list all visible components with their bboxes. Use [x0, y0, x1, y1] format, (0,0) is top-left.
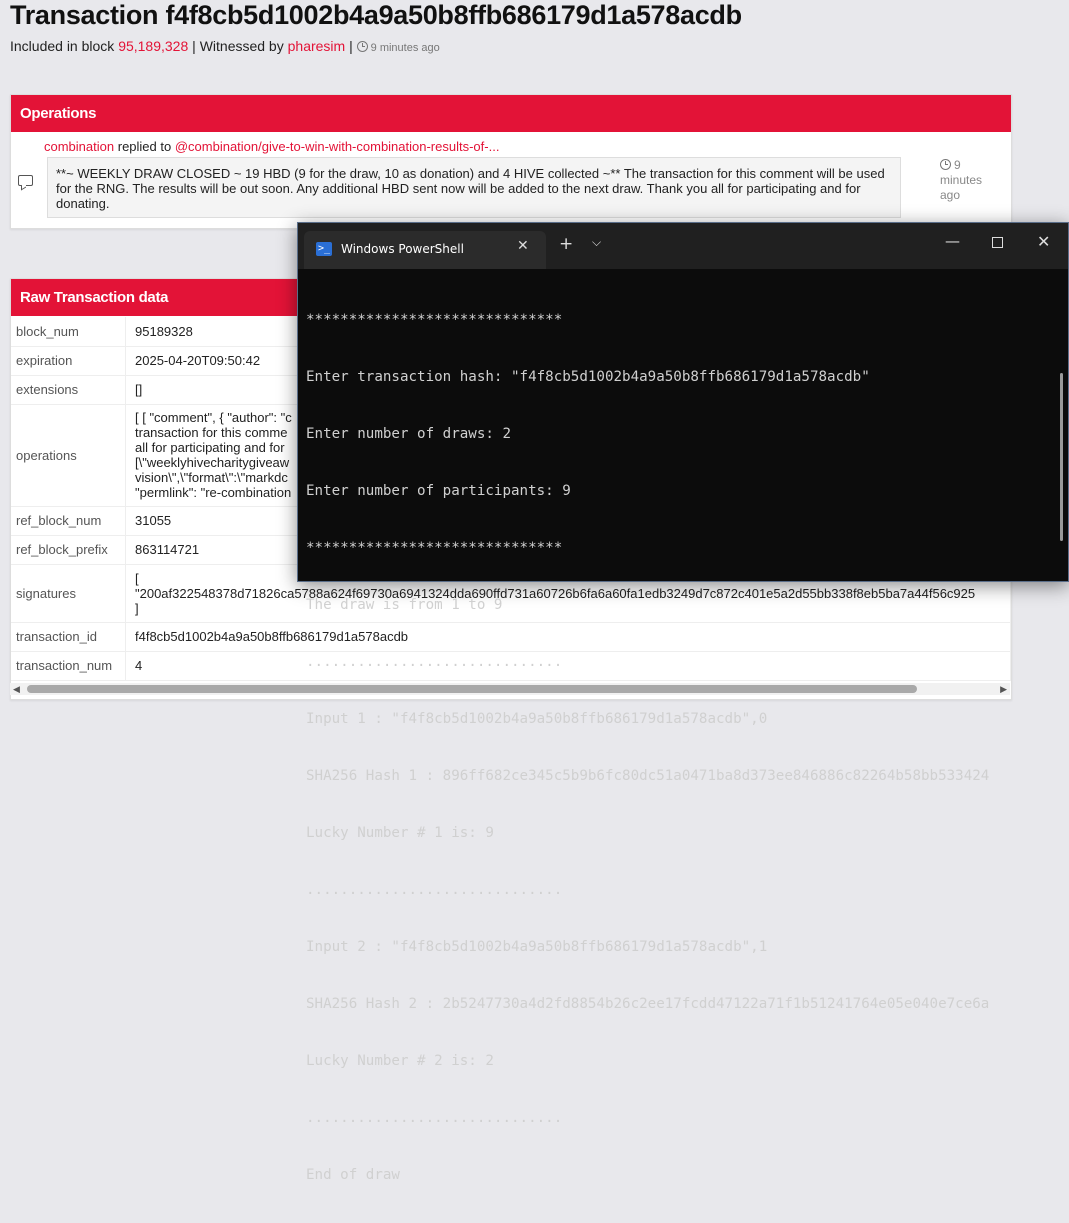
- field-key: extensions: [11, 375, 126, 405]
- chevron-down-icon[interactable]: ⌵: [592, 235, 601, 250]
- clock-icon: [356, 41, 368, 52]
- terminal-line: Enter transaction hash: "f4f8cb5d1002b4a…: [306, 369, 870, 385]
- terminal-line: Input 2 : "f4f8cb5d1002b4a9a50b8ffb68617…: [306, 939, 768, 955]
- separator: |: [192, 38, 196, 54]
- close-window-button[interactable]: ✕: [1037, 232, 1050, 251]
- field-key: block_num: [11, 317, 126, 347]
- terminal-line: ******************************: [306, 312, 563, 328]
- block-link[interactable]: 95,189,328: [118, 38, 188, 54]
- field-key: signatures: [11, 564, 126, 623]
- comment-body: **~ WEEKLY DRAW CLOSED ~ 19 HBD (9 for t…: [47, 157, 901, 218]
- terminal-tab[interactable]: >_ Windows PowerShell ✕: [304, 231, 546, 269]
- terminal-line: ..............................: [306, 654, 563, 670]
- parent-post-link[interactable]: @combination/give-to-win-with-combinatio…: [175, 139, 500, 154]
- terminal-line: SHA256 Hash 1 : 896ff682ce345c5b9b6fc80d…: [306, 768, 990, 784]
- clock-icon: [940, 159, 951, 170]
- witness-link[interactable]: pharesim: [288, 38, 346, 54]
- action-label: replied to: [117, 139, 172, 154]
- maximize-button[interactable]: [992, 237, 1003, 248]
- operations-header: Operations: [11, 95, 1011, 132]
- terminal-line: ..............................: [306, 882, 563, 898]
- field-key: expiration: [11, 346, 126, 376]
- operation-time: 9 minutes ago: [940, 158, 983, 202]
- field-key: operations: [11, 404, 126, 507]
- terminal-output[interactable]: ****************************** Enter tra…: [306, 273, 1054, 1223]
- operation-summary: combination replied to @combination/give…: [44, 139, 499, 154]
- timestamp: 9 minutes ago: [356, 41, 440, 54]
- terminal-line: ******************************: [306, 540, 563, 556]
- tab-close-icon[interactable]: ✕: [517, 238, 529, 254]
- field-key: transaction_id: [11, 622, 126, 652]
- author-link[interactable]: combination: [44, 139, 114, 154]
- terminal-line: Enter number of draws: 2: [306, 426, 511, 442]
- scroll-left-icon[interactable]: ◀: [13, 684, 20, 695]
- powershell-window[interactable]: >_ Windows PowerShell ✕ + ⌵ — ✕ ********…: [297, 222, 1069, 1183]
- window-titlebar[interactable]: >_ Windows PowerShell ✕ + ⌵ — ✕: [298, 223, 1068, 269]
- included-label: Included in block: [10, 38, 115, 54]
- terminal-line: SHA256 Hash 2 : 2b5247730a4d2fd8854b26c2…: [306, 996, 990, 1012]
- transaction-meta: Included in block 95,189,328 | Witnessed…: [10, 38, 440, 54]
- terminal-line: The draw is from 1 to 9: [306, 597, 503, 613]
- terminal-line: End of draw: [306, 1167, 400, 1183]
- terminal-line: Lucky Number # 1 is: 9: [306, 825, 494, 841]
- powershell-icon: >_: [316, 242, 332, 256]
- terminal-line: ..............................: [306, 1110, 563, 1126]
- terminal-line: Input 1 : "f4f8cb5d1002b4a9a50b8ffb68617…: [306, 711, 768, 727]
- operations-panel: Operations combination replied to @combi…: [10, 94, 1012, 229]
- terminal-scrollbar[interactable]: [1060, 373, 1063, 541]
- new-tab-button[interactable]: +: [559, 234, 573, 254]
- witnessed-label: Witnessed by: [199, 38, 284, 54]
- tab-title: Windows PowerShell: [341, 242, 464, 256]
- terminal-line: Lucky Number # 2 is: 2: [306, 1053, 494, 1069]
- field-key: ref_block_num: [11, 506, 126, 536]
- field-key: ref_block_prefix: [11, 535, 126, 565]
- minimize-button[interactable]: —: [945, 232, 960, 250]
- comment-icon: [18, 175, 33, 186]
- page-title: Transaction f4f8cb5d1002b4a9a50b8ffb6861…: [10, 0, 742, 30]
- field-key: transaction_num: [11, 651, 126, 681]
- separator: |: [349, 38, 353, 54]
- terminal-line: Enter number of participants: 9: [306, 483, 571, 499]
